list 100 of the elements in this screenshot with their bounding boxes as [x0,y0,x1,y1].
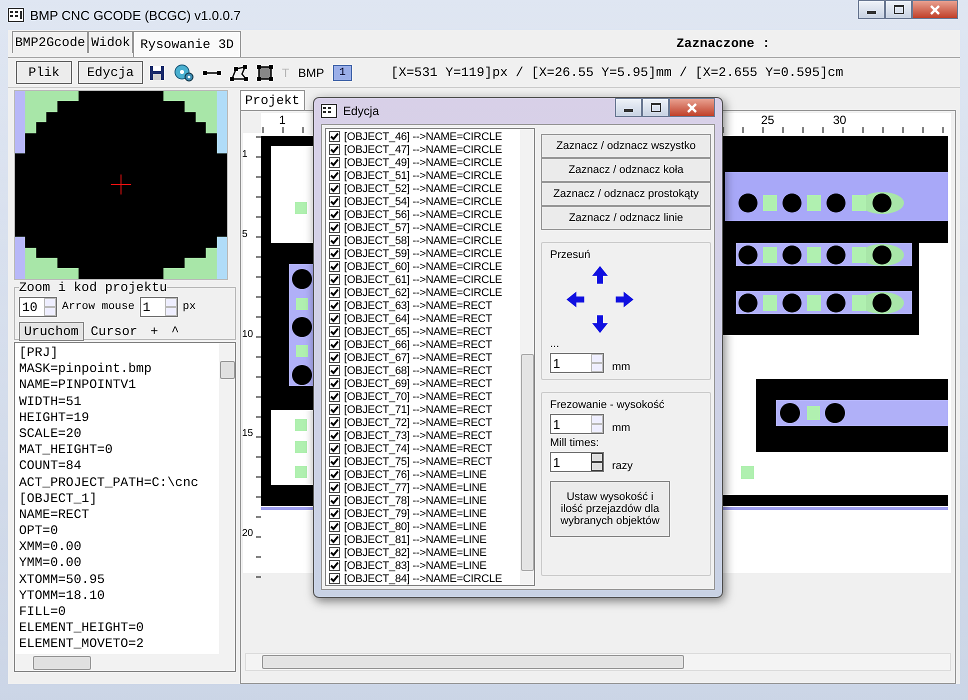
vertical-scrollbar[interactable] [219,343,235,654]
object-list-item[interactable]: [OBJECT_82] -->NAME=LINE [344,546,487,558]
object-list-item[interactable]: [OBJECT_65] -->NAME=RECT [344,326,492,338]
object-list-item[interactable]: [OBJECT_47] -->NAME=CIRCLE [344,144,502,156]
object-list-item[interactable]: [OBJECT_64] -->NAME=RECT [344,312,492,324]
checkbox[interactable] [329,508,340,519]
object-list-item[interactable]: [OBJECT_75] -->NAME=RECT [344,456,492,468]
tab[interactable]: Widok [88,31,134,54]
object-list-item[interactable]: [OBJECT_56] -->NAME=CIRCLE [344,208,502,220]
checkbox[interactable] [329,482,340,493]
rectangle-tool-icon[interactable] [256,64,273,81]
checkbox[interactable] [329,235,340,246]
vertical-scrollbar[interactable] [520,129,534,585]
maximize-button[interactable] [885,0,912,19]
checkbox[interactable] [329,430,340,441]
object-list-item[interactable]: [OBJECT_59] -->NAME=CIRCLE [344,248,502,260]
checkbox[interactable] [329,287,340,298]
object-list-item[interactable]: [OBJECT_66] -->NAME=RECT [344,338,492,350]
object-list-item[interactable]: [OBJECT_80] -->NAME=LINE [344,520,487,532]
polyline-tool-icon[interactable] [230,64,248,81]
save-icon[interactable] [148,64,165,81]
object-list-item[interactable]: [OBJECT_79] -->NAME=LINE [344,508,487,520]
checkbox[interactable] [329,209,340,220]
checkbox[interactable] [329,573,340,584]
object-list-item[interactable]: [OBJECT_54] -->NAME=CIRCLE [344,196,502,208]
checkbox[interactable] [329,144,340,155]
mill-times-field[interactable]: 1 [550,452,604,472]
move-arrows-icon[interactable] [564,264,636,335]
object-list-item[interactable]: [OBJECT_77] -->NAME=LINE [344,482,487,494]
checkbox[interactable] [329,196,340,207]
move-step-field[interactable]: 1 [550,353,604,373]
object-list-item[interactable]: [OBJECT_67] -->NAME=RECT [344,352,492,364]
object-list-item[interactable]: [OBJECT_74] -->NAME=RECT [344,442,492,454]
object-list-item[interactable]: [OBJECT_76] -->NAME=LINE [344,468,487,480]
object-list-item[interactable]: [OBJECT_62] -->NAME=CIRCLE [344,286,502,298]
checkbox[interactable] [329,417,340,428]
horizontal-scrollbar[interactable] [245,653,951,671]
cursor-symbol[interactable]: + [150,324,158,338]
milling-height-field[interactable]: 1 [550,414,604,434]
object-list-item[interactable]: [OBJECT_60] -->NAME=CIRCLE [344,260,502,272]
horizontal-scrollbar[interactable] [15,654,235,671]
checkbox[interactable] [329,404,340,415]
minimize-button[interactable] [858,0,885,19]
maximize-button[interactable] [642,98,669,117]
checkbox[interactable] [329,248,340,259]
object-list-item[interactable]: [OBJECT_69] -->NAME=RECT [344,378,492,390]
toggle-selection-button[interactable]: Zaznacz / odznacz prostokąty [541,182,711,206]
line-tool-icon[interactable] [202,68,221,77]
object-list-item[interactable]: [OBJECT_70] -->NAME=RECT [344,390,492,402]
object-list-item[interactable]: [OBJECT_63] -->NAME=RECT [344,300,492,312]
checkbox[interactable] [329,378,340,389]
checkbox[interactable] [329,326,340,337]
checkbox[interactable] [329,274,340,285]
object-list-item[interactable]: [OBJECT_52] -->NAME=CIRCLE [344,182,502,194]
object-list-item[interactable]: [OBJECT_81] -->NAME=LINE [344,534,487,546]
close-button[interactable] [669,98,715,117]
checkbox[interactable] [329,391,340,402]
object-list-item[interactable]: [OBJECT_57] -->NAME=CIRCLE [344,222,502,234]
checkbox[interactable] [329,469,340,480]
object-list-item[interactable]: [OBJECT_49] -->NAME=CIRCLE [344,156,502,168]
checkbox[interactable] [329,495,340,506]
run-button[interactable]: Uruchom [19,322,84,340]
checkbox[interactable] [329,521,340,532]
checkbox[interactable] [329,157,340,168]
tab[interactable]: Projekt [240,90,305,110]
checkbox[interactable] [329,131,340,142]
toolbar-button[interactable]: Plik [16,61,72,84]
cursor-symbol[interactable]: ^ [171,324,180,338]
apply-button[interactable]: Ustaw wysokość i ilość przejazdów dla wybranych objektów [550,481,670,537]
project-code-box[interactable] [14,342,236,672]
text-tool-button[interactable]: BMP [298,66,324,80]
object-list-item[interactable]: [OBJECT_46] -->NAME=CIRCLE [344,130,502,142]
checkbox[interactable] [329,300,340,311]
tab[interactable]: BMP2Gcode [12,31,88,54]
minimize-button[interactable] [615,98,642,117]
checkbox[interactable] [329,222,340,233]
checkbox[interactable] [329,560,340,571]
object-list-item[interactable]: [OBJECT_73] -->NAME=RECT [344,430,492,442]
checkbox[interactable] [329,547,340,558]
zoom-field[interactable]: 10 [19,297,57,317]
toggle-selection-button[interactable]: Zaznacz / odznacz linie [541,206,711,230]
checkbox[interactable] [329,443,340,454]
checkbox[interactable] [329,365,340,376]
checkbox[interactable] [329,339,340,350]
object-list-item[interactable]: [OBJECT_61] -->NAME=CIRCLE [344,274,502,286]
ruler-tool-button[interactable]: 1 [333,64,352,81]
object-list-item[interactable]: [OBJECT_71] -->NAME=RECT [344,404,492,416]
object-list-item[interactable]: [OBJECT_68] -->NAME=RECT [344,364,492,376]
checkbox[interactable] [329,183,340,194]
close-button[interactable] [912,0,958,19]
checkbox[interactable] [329,534,340,545]
checkbox[interactable] [329,170,340,181]
object-list-item[interactable]: [OBJECT_51] -->NAME=CIRCLE [344,170,502,182]
arrow-step-field[interactable]: 1 [140,297,178,317]
object-list-item[interactable]: [OBJECT_72] -->NAME=RECT [344,416,492,428]
tab[interactable]: Rysowanie 3D [133,31,241,58]
checkbox[interactable] [329,456,340,467]
object-list-item[interactable]: [OBJECT_84] -->NAME=CIRCLE [344,572,502,584]
object-list-item[interactable]: [OBJECT_78] -->NAME=LINE [344,494,487,506]
object-list-item[interactable]: [OBJECT_83] -->NAME=LINE [344,560,487,572]
